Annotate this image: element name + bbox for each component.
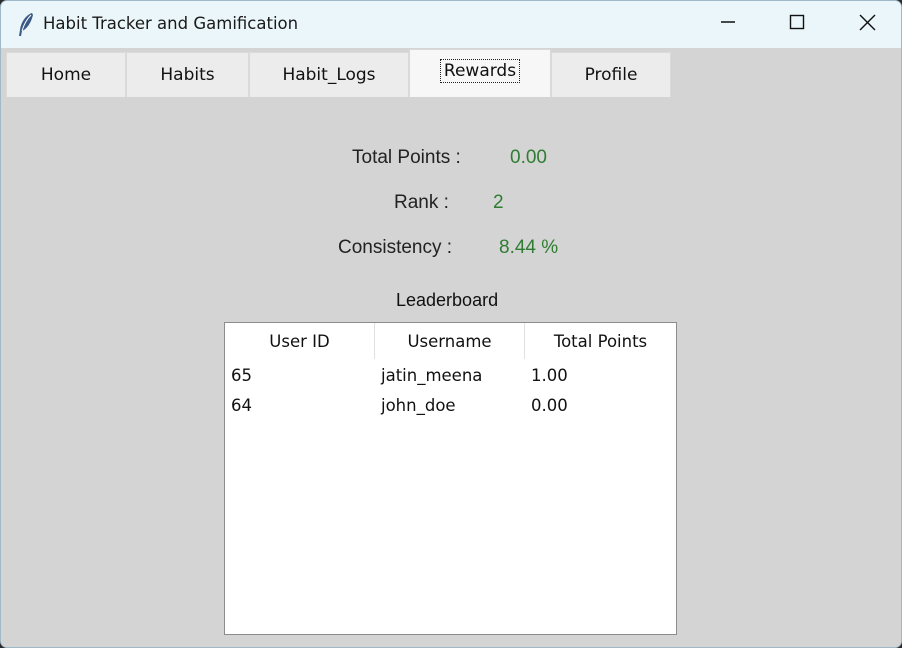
close-icon (859, 14, 876, 36)
tab-habits[interactable]: Habits (126, 52, 249, 97)
rank-value: 2 (493, 192, 504, 213)
column-header-total-points[interactable]: Total Points (525, 323, 676, 359)
column-header-username[interactable]: Username (375, 323, 525, 359)
tab-home[interactable]: Home (6, 52, 126, 97)
tab-habit-logs[interactable]: Habit_Logs (249, 52, 409, 97)
tab-rewards[interactable]: Rewards (409, 49, 551, 97)
consistency-label: Consistency : (338, 237, 453, 258)
tab-label: Habit_Logs (282, 65, 376, 85)
cell-total-points: 1.00 (531, 365, 568, 385)
title-bar[interactable]: Habit Tracker and Gamification (1, 1, 901, 48)
tab-profile[interactable]: Profile (551, 52, 671, 97)
table-row[interactable]: 64 john_doe 0.00 (225, 390, 676, 420)
rank-label: Rank : (394, 192, 449, 213)
leaderboard-table[interactable]: User ID Username Total Points 65 jatin_m… (224, 322, 677, 635)
consistency-value: 8.44 % (499, 237, 559, 258)
leaderboard-title: Leaderboard (396, 290, 499, 310)
close-button[interactable] (832, 1, 901, 48)
cell-user-id: 64 (231, 395, 252, 415)
cell-username: john_doe (381, 395, 456, 415)
total-points-value: 0.00 (510, 147, 547, 168)
table-row[interactable]: 65 jatin_meena 1.00 (225, 360, 676, 390)
tab-label: Rewards (439, 58, 521, 83)
total-points-label: Total Points : (352, 147, 461, 168)
cell-user-id: 65 (231, 365, 252, 385)
column-header-user-id[interactable]: User ID (225, 323, 375, 359)
cell-total-points: 0.00 (531, 395, 568, 415)
feather-icon (15, 12, 37, 38)
app-window: Habit Tracker and Gamification Home Habi… (0, 0, 902, 648)
tab-label: Home (40, 65, 92, 85)
maximize-button[interactable] (762, 1, 832, 48)
maximize-icon (789, 14, 805, 35)
window-title: Habit Tracker and Gamification (43, 14, 299, 33)
tab-label: Profile (584, 65, 638, 85)
tab-bar: Home Habits Habit_Logs Rewards Profile (1, 48, 901, 97)
minimize-icon (720, 14, 736, 35)
minimize-button[interactable] (693, 1, 763, 48)
table-header: User ID Username Total Points (225, 323, 676, 359)
cell-username: jatin_meena (381, 365, 483, 385)
rewards-panel: Total Points : 0.00 Rank : 2 Consistency… (1, 97, 901, 647)
tab-label: Habits (160, 65, 215, 85)
